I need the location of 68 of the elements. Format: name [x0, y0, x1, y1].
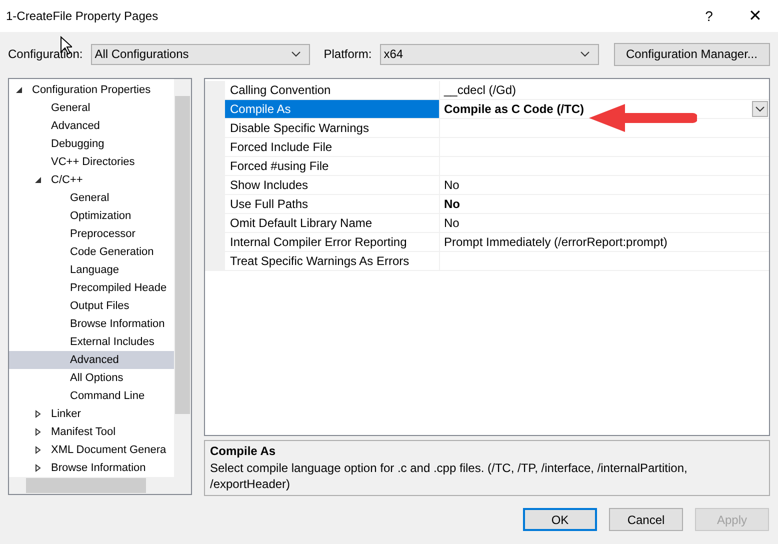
expanded-icon[interactable] [34, 176, 42, 184]
property-value: No [444, 178, 460, 192]
horizontal-scrollbar[interactable] [9, 477, 191, 494]
dialog-button[interactable]: Cancel [609, 508, 683, 531]
property-value: Compile as C Code (/TC) [444, 102, 584, 116]
property-name: Omit Default Library Name [225, 214, 440, 233]
collapsed-icon[interactable] [34, 464, 42, 472]
tree-item[interactable]: Preprocessor [9, 225, 174, 243]
tree-item[interactable]: Command Line [9, 387, 174, 405]
tree-item[interactable]: Manifest Tool [9, 423, 174, 441]
configuration-dropdown[interactable]: All Configurations [90, 44, 310, 64]
dropdown-button[interactable] [752, 101, 768, 117]
property-value: No [444, 197, 460, 211]
window-title: 1-CreateFile Property Pages [6, 9, 160, 23]
property-value: Prompt Immediately (/errorReport:prompt) [444, 235, 668, 249]
vertical-scrollbar[interactable] [174, 79, 191, 477]
property-name: Forced #using File [225, 157, 440, 176]
tree-item[interactable]: Browse Information [9, 459, 174, 477]
property-row[interactable]: Internal Compiler Error Reporting Prompt Immediately (/errorReport:prompt) [205, 233, 769, 252]
tree-item[interactable]: Configuration Properties [9, 81, 174, 99]
tree-item[interactable]: Optimization [9, 207, 174, 225]
platform-label: Platform: [324, 47, 372, 61]
property-name: Compile As [225, 100, 440, 119]
chevron-down-icon [755, 106, 765, 112]
tree-item[interactable]: XML Document Genera [9, 441, 174, 459]
property-row[interactable]: Use Full Paths No [205, 195, 769, 214]
property-row[interactable]: Omit Default Library Name No [205, 214, 769, 233]
configuration-manager-button[interactable]: Configuration Manager... [614, 42, 770, 66]
collapsed-icon[interactable] [34, 446, 42, 454]
property-name: Disable Specific Warnings [225, 119, 440, 138]
tree-item[interactable]: Browse Information [9, 315, 174, 333]
configuration-label: Configuration: [8, 47, 83, 61]
platform-dropdown[interactable]: x64 [380, 44, 599, 64]
property-name: Show Includes [225, 176, 440, 195]
property-name: Use Full Paths [225, 195, 440, 214]
description-text: Select compile language option for .c and .cpp files. (/TC, /TP, /interface, /internalPartition, /exportHeader) [210, 460, 688, 492]
close-button[interactable]: ✕ [732, 0, 778, 32]
property-value: __cdecl (/Gd) [444, 83, 516, 97]
tree-item[interactable]: General [9, 99, 174, 117]
property-row[interactable]: Treat Specific Warnings As Errors [205, 252, 769, 271]
tree-item[interactable]: General [9, 189, 174, 207]
help-button[interactable]: ? [686, 0, 732, 32]
tree-item[interactable]: Precompiled Heade [9, 279, 174, 297]
property-name: Forced Include File [225, 138, 440, 157]
description-title: Compile As [210, 444, 277, 458]
tree-item[interactable]: Advanced [9, 117, 174, 135]
property-row[interactable]: Forced Include File [205, 138, 769, 157]
property-name: Internal Compiler Error Reporting [225, 233, 440, 252]
tree-item[interactable]: C/C++ [9, 171, 174, 189]
property-row[interactable]: Show Includes No [205, 176, 769, 195]
tree-item[interactable]: Output Files [9, 297, 174, 315]
property-row[interactable]: Forced #using File [205, 157, 769, 176]
dialog-button[interactable]: OK [523, 508, 597, 531]
tree-item[interactable]: Linker [9, 405, 174, 423]
expanded-icon[interactable] [15, 86, 23, 94]
tree-item[interactable]: Debugging [9, 135, 174, 153]
collapsed-icon[interactable] [34, 428, 42, 436]
tree-item[interactable]: VC++ Directories [9, 153, 174, 171]
property-name: Treat Specific Warnings As Errors [225, 252, 440, 271]
chevron-down-icon [580, 51, 590, 57]
collapsed-icon[interactable] [34, 410, 42, 418]
tree-item[interactable]: Code Generation [9, 243, 174, 261]
property-value: No [444, 216, 460, 230]
tree-item[interactable]: All Options [9, 369, 174, 387]
tree-item[interactable]: External Includes [9, 333, 174, 351]
chevron-down-icon [290, 51, 301, 57]
tree-item[interactable]: Language [9, 261, 174, 279]
tree-item[interactable]: Advanced [9, 351, 174, 369]
